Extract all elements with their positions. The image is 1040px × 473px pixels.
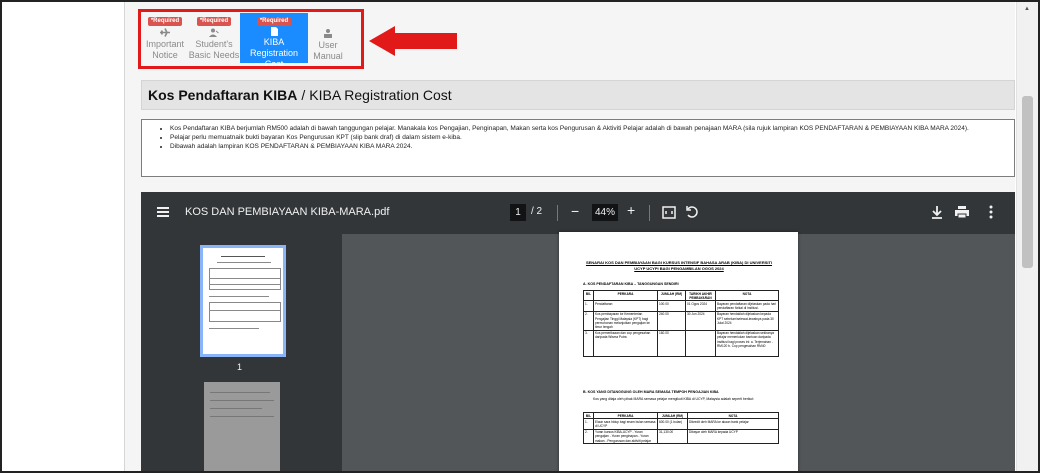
table-cell — [685, 329, 716, 357]
cost-table-b: BIL PERKARA JUMLAH (RM) NOTA 1. Elaun sa… — [583, 411, 779, 445]
page-title: Kos Pendaftaran KIBA / KIBA Registration… — [141, 80, 1015, 110]
section-b-heading: B. KOS YANG DITANGGUNG OLEH MARA SEMASA … — [583, 390, 719, 394]
section-b-text: Kos yang ditaja oleh pihak MARA semasa p… — [593, 397, 755, 401]
info-box: Kos Pendaftaran KIBA berjumlah RM500 ada… — [141, 119, 1015, 177]
table-cell: 2. — [583, 310, 594, 331]
thumbnail-page-number: 1 — [237, 362, 243, 372]
table-row: 1. Elaun sara hidup bagi enam bulan sema… — [583, 418, 779, 430]
document-title: SENARAI KOS DAN PEMBIAYAAN BAGI KURSUS I… — [585, 260, 773, 271]
section-a-heading: A. KOS PENDAFTARAN KIBA – TANGGUNGAN SEN… — [583, 282, 679, 286]
table-cell: Kos pembayaran ke Kementerian Pengajian … — [593, 310, 658, 331]
page-thumbnail-2[interactable] — [204, 382, 280, 473]
title-malay: Kos Pendaftaran KIBA — [148, 87, 298, 103]
title-english: KIBA Registration Cost — [309, 87, 452, 103]
more-options-icon[interactable] — [989, 205, 993, 224]
pdf-page: SENARAI KOS DAN PEMBIAYAAN BAGI KURSUS I… — [559, 232, 798, 473]
info-item: Kos Pendaftaran KIBA berjumlah RM500 ada… — [170, 124, 1006, 133]
title-separator: / — [301, 87, 306, 103]
rotate-icon[interactable] — [685, 205, 699, 224]
left-frame-panel — [0, 0, 125, 473]
page-thumbnail-1[interactable] — [200, 245, 286, 357]
table-header: NOTA — [715, 289, 779, 302]
scroll-up-icon[interactable]: ▲ — [1024, 6, 1030, 12]
table-cell: 01 Ogos 2024 — [685, 300, 716, 312]
table-cell: Bayaran hendaklah dijelaskan sekiranya p… — [715, 329, 779, 357]
table-cell: 3. — [583, 329, 594, 357]
table-row: 1. Pendaftaran 100.00 01 Ogos 2024 Bayar… — [583, 300, 779, 312]
table-cell: Bayaran pendaftaran dijelaskan pada hari… — [715, 300, 779, 312]
pdf-filename: KOS DAN PEMBIAYAAN KIBA-MARA.pdf — [185, 206, 390, 218]
print-icon[interactable] — [955, 205, 969, 224]
table-header: JUMLAH (RM) — [657, 289, 686, 302]
table-cell: 160.00 — [657, 329, 686, 357]
table-row: 3. Kos pemeriksaan dan cop pengesahan da… — [583, 329, 779, 357]
scrollbar-thumb[interactable] — [1022, 96, 1033, 268]
table-cell: 600.00 (1 bulan) — [657, 418, 688, 430]
info-item: Dibawah adalah lampiran KOS PENDAFTARAN … — [170, 142, 1006, 151]
menu-icon[interactable] — [157, 207, 169, 217]
pdf-viewer[interactable]: KOS DAN PEMBIAYAAN KIBA-MARA.pdf 1 / 2 −… — [141, 192, 1015, 473]
table-header: BIL — [583, 289, 594, 302]
page-number-input[interactable]: 1 — [510, 204, 526, 221]
table-cell: 31,130.00 — [657, 428, 688, 445]
download-icon[interactable] — [931, 205, 943, 224]
pdf-toolbar: KOS DAN PEMBIAYAAN KIBA-MARA.pdf 1 / 2 −… — [141, 192, 1015, 234]
table-cell: 2. — [583, 428, 594, 445]
table-row: 2. Kos pembayaran ke Kementerian Pengaji… — [583, 310, 779, 331]
toolbar-divider — [649, 205, 650, 221]
table-header: PERKARA — [593, 289, 658, 302]
table-cell: 1. — [583, 300, 594, 312]
table-cell: 240.00 — [657, 310, 686, 331]
fit-page-icon[interactable] — [662, 206, 676, 224]
table-header: TARIKH AKHIR PEMBAYARAN — [685, 289, 716, 302]
table-cell: Kos pemeriksaan dan cop pengesahan darip… — [593, 329, 658, 357]
table-row: 2. Yuran kursus KIBA-UCYP - Yuran pengaj… — [583, 428, 779, 445]
page-total: / 2 — [531, 206, 543, 217]
table-cell: Elaun sara hidup bagi enam bulan semasa … — [593, 418, 658, 430]
toolbar-divider — [557, 205, 558, 221]
red-arrow-annotation — [369, 26, 457, 56]
table-cell: Pendaftaran — [593, 300, 658, 312]
table-cell: Dikredit oleh MARA ke akaun bank pelajar — [687, 418, 779, 430]
main-content: *Required Important Notice *Required Stu… — [125, 0, 1015, 473]
pdf-thumbnail-sidebar: 1 — [141, 234, 342, 473]
tabs-highlight-box — [138, 9, 364, 69]
zoom-in-button[interactable]: + — [627, 202, 635, 218]
table-cell: 1. — [583, 418, 594, 430]
table-cell: Dibayar oleh MARA kepada UCYP — [687, 428, 779, 445]
page-scrollbar[interactable]: ▲ — [1016, 0, 1038, 473]
info-item: Pelajar perlu memuatnaik bukti bayaran K… — [170, 133, 1006, 142]
table-cell: Bayaran hendaklah dijelaskan kepada KPT … — [715, 310, 779, 331]
table-cell: 30 Jun 2024 — [685, 310, 716, 331]
zoom-out-button[interactable]: − — [571, 203, 579, 219]
table-cell: 100.00 — [657, 300, 686, 312]
table-cell: Yuran kursus KIBA-UCYP - Yuran pengajian… — [593, 428, 658, 445]
zoom-input[interactable]: 44% — [592, 204, 618, 221]
cost-table-a: BIL PERKARA JUMLAH (RM) TARIKH AKHIR PEM… — [583, 289, 779, 357]
